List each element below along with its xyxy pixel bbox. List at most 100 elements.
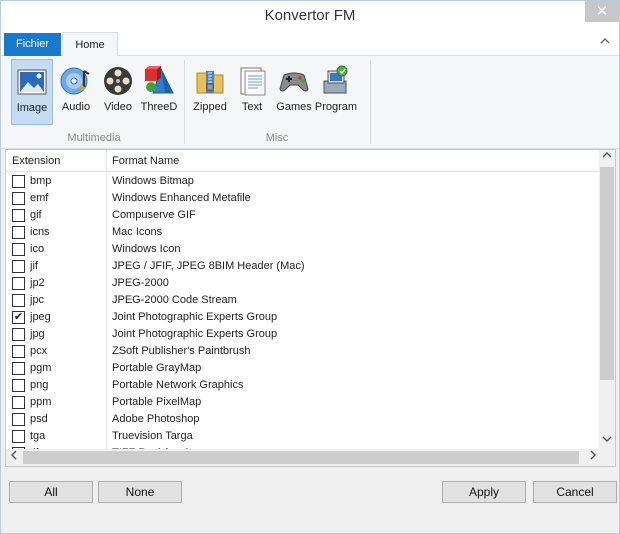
- row-checkbox[interactable]: [12, 294, 25, 307]
- ribbon-group-misc: Zipped Text Games Program Misc: [187, 59, 367, 147]
- games-button[interactable]: Games: [273, 59, 315, 125]
- list-item[interactable]: jp2 JPEG-2000: [6, 275, 601, 292]
- row-checkbox[interactable]: [12, 413, 25, 426]
- row-checkbox[interactable]: [12, 260, 25, 273]
- ribbon-collapse-icon[interactable]: [599, 35, 611, 47]
- row-format-name: JPEG / JFIF, JPEG 8BIM Header (Mac): [112, 260, 305, 272]
- list-item[interactable]: ✔ jpeg Joint Photographic Experts Group: [6, 309, 601, 326]
- column-divider: [106, 360, 107, 377]
- tab-fichier[interactable]: Fichier: [4, 33, 61, 56]
- row-checkbox[interactable]: [12, 209, 25, 222]
- video-button[interactable]: Video: [97, 59, 139, 125]
- row-checkbox[interactable]: [12, 226, 25, 239]
- text-button[interactable]: Text: [231, 59, 273, 125]
- misc-group-label: Misc: [265, 132, 289, 144]
- column-divider: [106, 326, 107, 343]
- column-divider: [106, 224, 107, 241]
- scrollbar-corner: [599, 449, 615, 466]
- column-divider: [106, 207, 107, 224]
- 3d-shapes-icon: [143, 65, 175, 97]
- row-extension: pcx: [30, 345, 48, 357]
- select-all-button[interactable]: All: [9, 481, 93, 503]
- column-divider: [106, 150, 107, 172]
- row-format-name: Compuserve GIF: [112, 209, 196, 221]
- program-label: Program: [314, 101, 358, 113]
- image-button[interactable]: Image: [11, 59, 53, 125]
- row-extension: ico: [30, 243, 45, 255]
- list-item[interactable]: tga Truevision Targa: [6, 428, 601, 445]
- list-item[interactable]: pgm Portable GrayMap: [6, 360, 601, 377]
- row-format-name: Portable Network Graphics: [112, 379, 244, 391]
- tab-home[interactable]: Home: [62, 32, 118, 57]
- row-checkbox[interactable]: ✔: [12, 311, 25, 324]
- list-item[interactable]: jpc JPEG-2000 Code Stream: [6, 292, 601, 309]
- row-checkbox[interactable]: [12, 379, 25, 392]
- row-extension: jif: [30, 260, 38, 272]
- horizontal-scrollbar[interactable]: [6, 449, 601, 466]
- audio-button[interactable]: Audio: [55, 59, 97, 125]
- title-bar: Konvertor FM ✕: [1, 1, 619, 31]
- row-format-name: Mac Icons: [112, 226, 163, 238]
- column-divider: [106, 428, 107, 445]
- row-extension: ppm: [30, 396, 52, 408]
- list-item[interactable]: icns Mac Icons: [6, 224, 601, 241]
- list-item[interactable]: jif JPEG / JFIF, JPEG 8BIM Header (Mac): [6, 258, 601, 275]
- horizontal-scroll-thumb[interactable]: [23, 451, 579, 464]
- film-reel-icon: [102, 65, 134, 97]
- row-format-name: Windows Icon: [112, 243, 181, 255]
- list-item[interactable]: bmp Windows Bitmap: [6, 173, 601, 190]
- list-item[interactable]: ico Windows Icon: [6, 241, 601, 258]
- row-format-name: ZSoft Publisher's Paintbrush: [112, 345, 251, 357]
- row-checkbox[interactable]: [12, 277, 25, 290]
- scroll-up-icon[interactable]: [599, 150, 615, 166]
- row-checkbox[interactable]: [12, 243, 25, 256]
- row-format-name: Joint Photographic Experts Group: [112, 328, 278, 340]
- cancel-button[interactable]: Cancel: [533, 481, 617, 503]
- zipped-button[interactable]: Zipped: [189, 59, 231, 125]
- threed-button[interactable]: ThreeD: [138, 59, 180, 125]
- row-checkbox[interactable]: [12, 192, 25, 205]
- window-title: Konvertor FM: [264, 7, 356, 24]
- row-format-name: JPEG-2000 Code Stream: [112, 294, 237, 306]
- row-format-name: Portable PixelMap: [112, 396, 202, 408]
- list-rows: bmp Windows Bitmap emf Windows Enhanced Met…: [6, 173, 601, 450]
- apply-button[interactable]: Apply: [442, 481, 526, 503]
- vertical-scroll-thumb[interactable]: [600, 167, 614, 380]
- column-divider: [106, 275, 107, 292]
- list-item[interactable]: emf Windows Enhanced Metafile: [6, 190, 601, 207]
- close-button[interactable]: ✕: [585, 1, 619, 22]
- row-checkbox[interactable]: [12, 175, 25, 188]
- column-divider: [106, 343, 107, 360]
- row-checkbox[interactable]: [12, 328, 25, 341]
- row-extension: png: [30, 379, 49, 391]
- row-checkbox[interactable]: [12, 430, 25, 443]
- image-icon: [16, 66, 48, 98]
- ribbon-group-divider: [370, 60, 371, 144]
- column-header-extension[interactable]: Extension: [12, 155, 60, 167]
- row-extension: tga: [30, 430, 46, 442]
- list-item[interactable]: psd Adobe Photoshop: [6, 411, 601, 428]
- program-installer-icon: [320, 65, 352, 97]
- row-checkbox[interactable]: [12, 345, 25, 358]
- row-format-name: Adobe Photoshop: [112, 413, 200, 425]
- column-header-format-name[interactable]: Format Name: [112, 155, 179, 167]
- format-list[interactable]: Extension Format Name bmp Windows Bitmap e…: [5, 149, 616, 467]
- list-item[interactable]: ppm Portable PixelMap: [6, 394, 601, 411]
- list-item[interactable]: png Portable Network Graphics: [6, 377, 601, 394]
- row-extension: emf: [30, 192, 49, 204]
- list-item[interactable]: pcx ZSoft Publisher's Paintbrush: [6, 343, 601, 360]
- row-extension: gif: [30, 209, 42, 221]
- program-button[interactable]: Program: [315, 59, 357, 125]
- scroll-down-icon[interactable]: [599, 434, 615, 450]
- scroll-left-icon[interactable]: [6, 449, 22, 466]
- select-none-button[interactable]: None: [98, 481, 182, 503]
- row-checkbox[interactable]: [12, 362, 25, 375]
- vertical-scrollbar[interactable]: [599, 150, 615, 450]
- ribbon-group-multimedia: Image Audio Video ThreeD Multimedia: [9, 59, 179, 147]
- list-item[interactable]: jpg Joint Photographic Experts Group: [6, 326, 601, 343]
- column-divider: [106, 241, 107, 258]
- row-checkbox[interactable]: [12, 396, 25, 409]
- list-item[interactable]: gif Compuserve GIF: [6, 207, 601, 224]
- column-divider: [106, 309, 107, 326]
- column-divider: [106, 258, 107, 275]
